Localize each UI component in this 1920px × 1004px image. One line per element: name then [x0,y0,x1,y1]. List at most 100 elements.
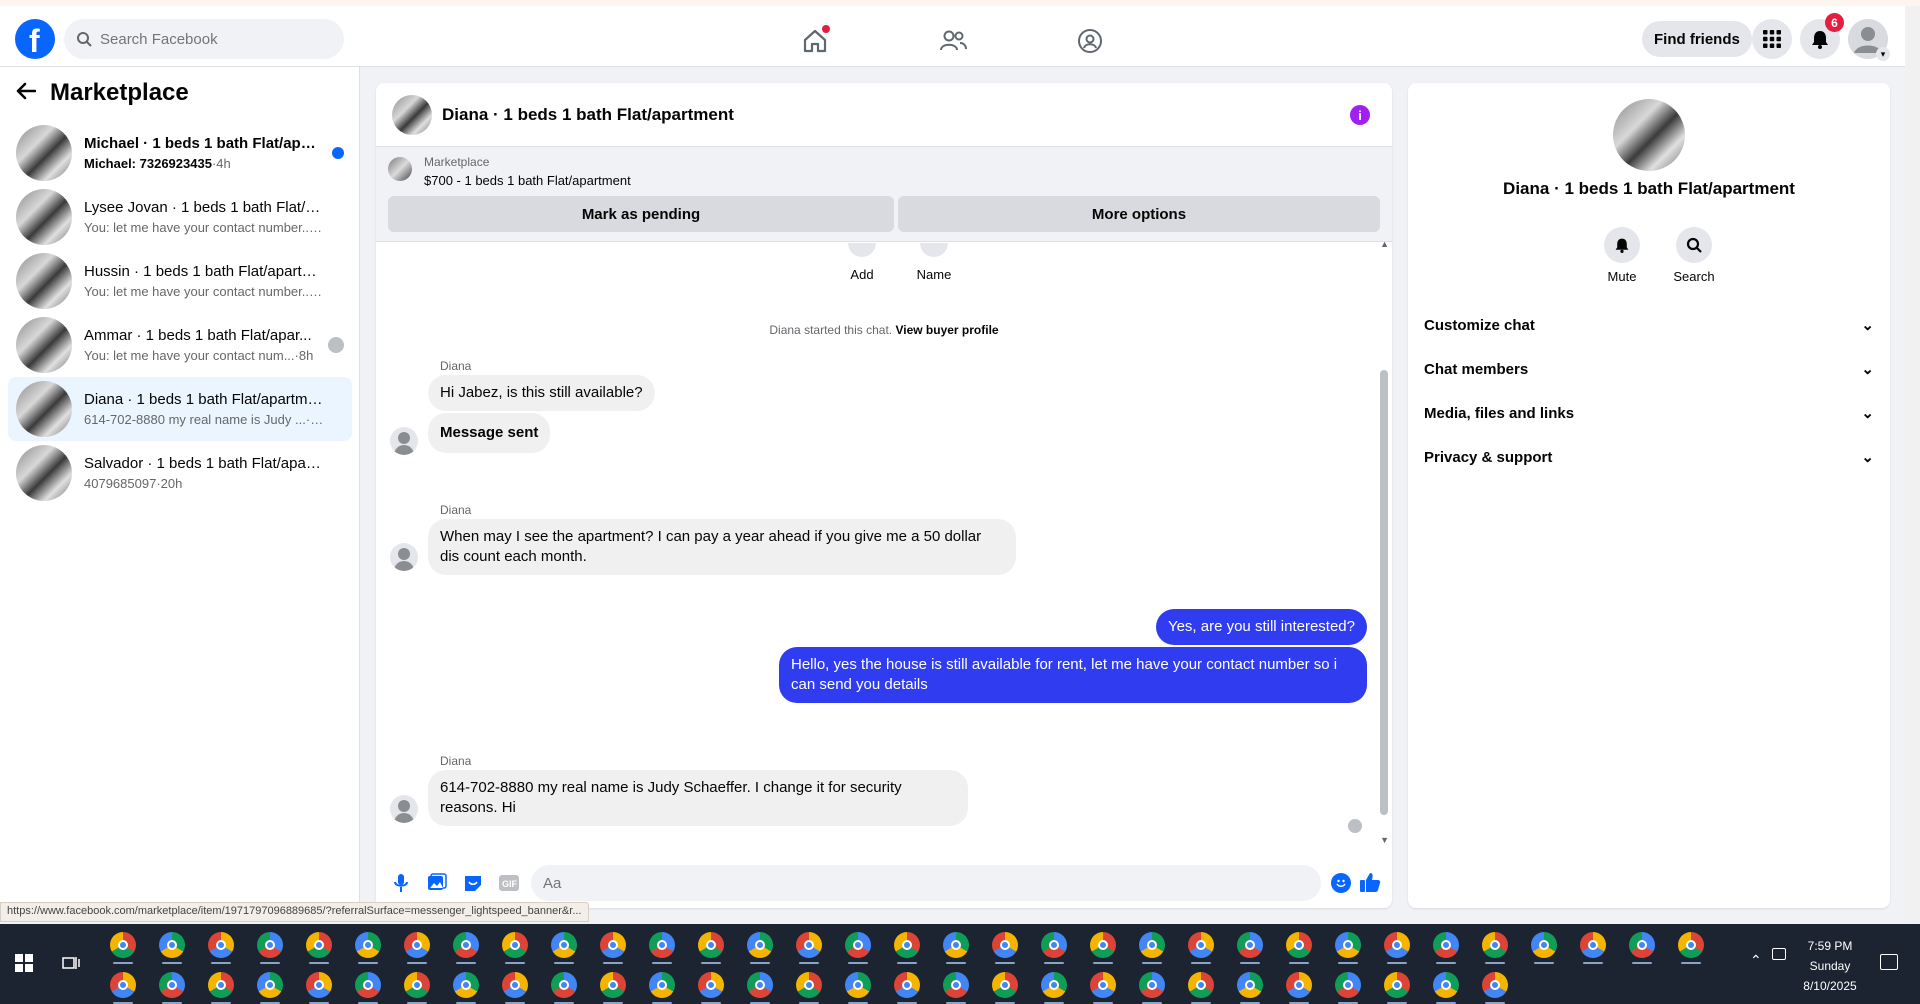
chrome-profile-icon[interactable] [208,932,234,958]
message-sent-note[interactable]: Message sent [428,413,551,453]
chrome-profile-icon[interactable] [502,972,528,998]
chrome-profile-icon[interactable] [1188,932,1214,958]
chrome-profile-icon[interactable] [551,932,577,958]
chrome-profile-icon[interactable] [600,972,626,998]
profile-avatar[interactable]: ▾ [1848,19,1890,61]
outgoing-message[interactable]: Hello, yes the house is still available … [779,647,1367,703]
conversation-item-active[interactable]: Diana · 1 beds 1 bath Flat/apartment 614… [8,377,352,441]
chrome-profile-icon[interactable] [159,972,185,998]
chrome-profile-icon[interactable] [600,932,626,958]
photo-icon[interactable] [426,872,448,894]
chrome-profile-icon[interactable] [306,972,332,998]
chrome-profile-icon[interactable] [1580,932,1606,958]
chrome-profile-icon[interactable] [159,932,185,958]
chrome-profile-icon[interactable] [747,932,773,958]
info-icon[interactable]: i [1350,105,1370,125]
chrome-profile-icon[interactable] [208,972,234,998]
chrome-profile-icon[interactable] [1139,932,1165,958]
chrome-profile-icon[interactable] [649,972,675,998]
chrome-profile-icon[interactable] [453,932,479,958]
chrome-profile-icon[interactable] [992,972,1018,998]
chrome-profile-icon[interactable] [1237,932,1263,958]
listing-avatar[interactable] [1613,99,1685,171]
chrome-profile-icon[interactable] [992,932,1018,958]
incoming-message[interactable]: 614-702-8880 my real name is Judy Schaef… [428,770,968,826]
chrome-profile-icon[interactable] [698,932,724,958]
chrome-profile-icon[interactable] [1433,972,1459,998]
mute-action[interactable]: Mute [1592,227,1652,284]
sender-avatar[interactable] [390,543,418,571]
chrome-profile-icon[interactable] [1090,972,1116,998]
chrome-profile-icon[interactable] [1384,932,1410,958]
chrome-profile-icon[interactable] [257,972,283,998]
chrome-profile-icon[interactable] [110,972,136,998]
more-options-button[interactable]: More options [898,196,1380,232]
chrome-profile-icon[interactable] [796,932,822,958]
outgoing-message[interactable]: Yes, are you still interested? [1155,609,1367,645]
page-scrollbar[interactable] [1905,6,1920,924]
chrome-profile-icon[interactable] [747,972,773,998]
chrome-profile-icon[interactable] [1482,932,1508,958]
sticker-icon[interactable] [462,872,484,894]
quick-action-add[interactable]: Add [832,243,892,282]
chrome-profile-icon[interactable] [845,972,871,998]
microphone-icon[interactable] [390,872,412,894]
chrome-profile-icon[interactable] [1188,972,1214,998]
task-view-icon[interactable] [62,954,80,972]
friends-icon[interactable] [938,26,968,56]
chrome-profile-icon[interactable] [1433,932,1459,958]
chrome-profile-icon[interactable] [649,932,675,958]
conversation-item[interactable]: Hussin · 1 beds 1 bath Flat/apartm... Yo… [8,249,352,313]
chrome-profile-icon[interactable] [1041,932,1067,958]
chrome-profile-icon[interactable] [1139,972,1165,998]
chrome-profile-icon[interactable] [1531,932,1557,958]
chrome-profile-icon[interactable] [1629,932,1655,958]
chrome-profile-icon[interactable] [502,932,528,958]
menu-grid-icon[interactable] [1752,19,1792,59]
chat-title[interactable]: Diana · 1 beds 1 bath Flat/apartment [442,105,734,125]
chrome-profile-icon[interactable] [404,932,430,958]
scroll-thumb[interactable] [1380,370,1388,815]
facebook-logo-icon[interactable]: f [15,19,55,59]
windows-start-icon[interactable] [15,954,33,972]
conversation-item[interactable]: Salvador · 1 beds 1 bath Flat/apart... 4… [8,441,352,505]
chrome-profile-icon[interactable] [355,932,381,958]
chrome-profile-icon[interactable] [698,972,724,998]
search-input[interactable] [100,30,320,48]
chrome-profile-icon[interactable] [355,972,381,998]
notifications-bell-icon[interactable]: 6 [1800,13,1844,59]
chrome-profile-icon[interactable] [894,932,920,958]
scroll-down-arrow-icon[interactable]: ▼ [1380,835,1389,845]
chrome-profile-icon[interactable] [845,932,871,958]
chrome-profile-icon[interactable] [257,932,283,958]
chrome-profile-icon[interactable] [404,972,430,998]
chrome-profile-icon[interactable] [1482,972,1508,998]
view-buyer-profile-link[interactable]: View buyer profile [895,323,998,337]
incoming-message[interactable]: Hi Jabez, is this still available? [428,375,655,411]
network-icon[interactable] [1772,948,1786,960]
system-clock[interactable]: 7:59 PM Sunday 8/10/2025 [1800,936,1860,996]
chat-scrollbar[interactable]: ▲ ▼ [1380,239,1389,865]
emoji-icon[interactable] [1331,873,1351,893]
incoming-message[interactable]: When may I see the apartment? I can pay … [428,519,1016,575]
chrome-profile-icon[interactable] [943,932,969,958]
chrome-profile-icon[interactable] [894,972,920,998]
mark-as-pending-button[interactable]: Mark as pending [388,196,894,232]
home-icon[interactable] [800,25,830,56]
chrome-profile-icon[interactable] [1041,972,1067,998]
chrome-profile-icon[interactable] [453,972,479,998]
gif-icon[interactable]: GIF [498,872,520,894]
chrome-profile-icon[interactable] [1678,932,1704,958]
chrome-profile-icon[interactable] [110,932,136,958]
find-friends-button[interactable]: Find friends [1642,21,1752,57]
chrome-profile-icon[interactable] [1335,972,1361,998]
back-arrow-icon[interactable] [16,82,37,105]
search-bar[interactable] [64,19,344,59]
tray-chevron-icon[interactable]: ⌃ [1750,952,1762,969]
conversation-item[interactable]: Lysee Jovan · 1 beds 1 bath Flat/ap... Y… [8,185,352,249]
chrome-profile-icon[interactable] [1090,932,1116,958]
chrome-profile-icon[interactable] [1335,932,1361,958]
chrome-profile-icon[interactable] [1384,972,1410,998]
chrome-profile-icon[interactable] [1286,932,1312,958]
groups-icon[interactable] [1075,26,1105,56]
